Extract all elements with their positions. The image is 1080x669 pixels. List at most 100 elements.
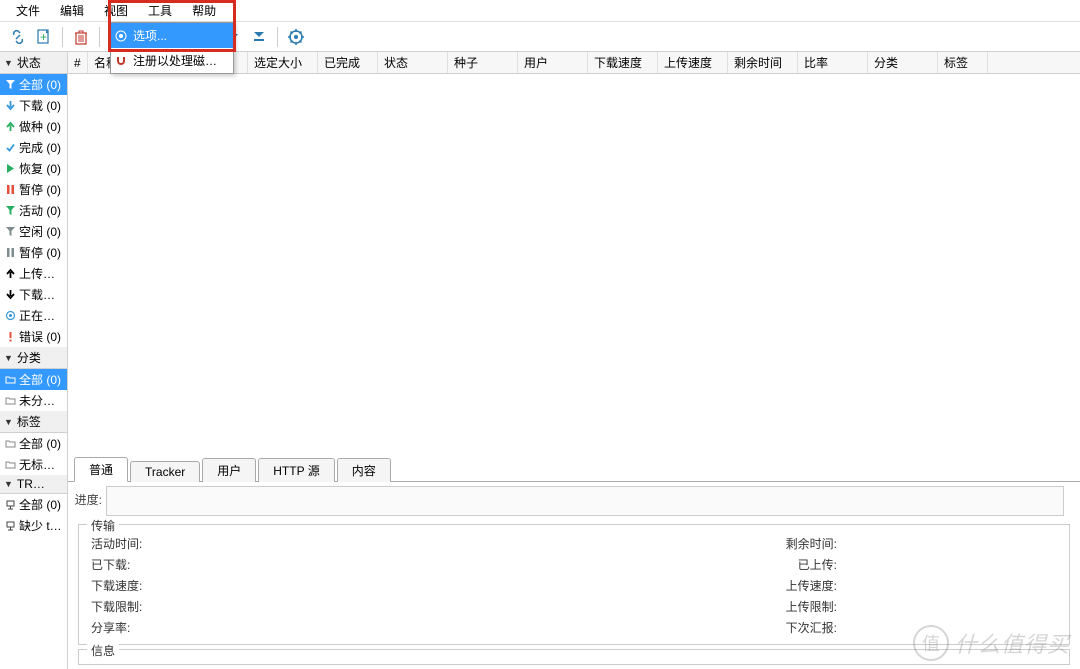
sidebar-item-status-11[interactable]: 正在…	[0, 305, 67, 326]
sidebar-item-status-7[interactable]: 空闲 (0)	[0, 221, 67, 242]
sidebar-item-status-6[interactable]: 活动 (0)	[0, 200, 67, 221]
transfer-row: 下载速度:上传速度:	[91, 575, 1057, 596]
column-header[interactable]: 标签	[938, 52, 988, 73]
sidebar-header-category[interactable]: ▼分类	[0, 347, 67, 369]
column-header[interactable]: 选定大小	[248, 52, 318, 73]
down-icon	[4, 100, 16, 112]
magnet-icon	[115, 55, 127, 67]
pause-icon	[4, 247, 16, 259]
menu-file[interactable]: 文件	[6, 0, 50, 22]
watermark-icon: 值	[913, 625, 949, 661]
sidebar-item-tracker-1[interactable]: 缺少 t…	[0, 515, 67, 536]
sidebar-item-status-10[interactable]: 下载…	[0, 284, 67, 305]
sidebar-item-label: 空闲 (0)	[19, 223, 61, 240]
progress-bar	[106, 486, 1064, 516]
progress-row: 进度:	[68, 482, 1080, 520]
transfer-label-left: 已下载:	[91, 556, 130, 573]
transfer-row: 已下载: 已上传:	[91, 554, 1057, 575]
folder-icon	[4, 395, 16, 407]
content-area: #名称选定大小已完成状态种子用户下载速度上传速度剩余时间比率分类标签 普通 Tr…	[68, 52, 1080, 669]
sidebar-item-label: 无标…	[19, 456, 55, 473]
gear-icon	[4, 310, 16, 322]
tab-content[interactable]: 内容	[337, 458, 391, 482]
folder-icon	[4, 374, 16, 386]
column-header[interactable]: 分类	[868, 52, 938, 73]
transfer-label-right: 已上传:	[798, 556, 837, 573]
column-header[interactable]: 状态	[378, 52, 448, 73]
sidebar-item-status-12[interactable]: 错误 (0)	[0, 326, 67, 347]
up-icon	[4, 268, 16, 280]
menu-edit[interactable]: 编辑	[50, 0, 94, 22]
sidebar-item-label: 未分…	[19, 392, 55, 409]
sidebar: ▼状态 全部 (0) 下载 (0) 做种 (0) 完成 (0) 恢复 (0) 暂停 (0)…	[0, 52, 68, 669]
delete-button[interactable]	[69, 25, 93, 49]
column-header[interactable]: 上传速度	[658, 52, 728, 73]
sidebar-item-label: 上传…	[19, 265, 55, 282]
sidebar-header-trackers[interactable]: ▼TR…	[0, 475, 67, 494]
sidebar-item-status-8[interactable]: 暂停 (0)	[0, 242, 67, 263]
sidebar-item-label: 恢复 (0)	[19, 160, 61, 177]
sidebar-item-tracker-0[interactable]: 全部 (0)	[0, 494, 67, 515]
column-header[interactable]: 用户	[518, 52, 588, 73]
sidebar-item-tag-0[interactable]: 全部 (0)	[0, 433, 67, 454]
tools-dropdown: 选项... 注册以处理磁力链...	[110, 22, 234, 74]
watermark: 值 什么值得买	[913, 625, 1070, 661]
sidebar-item-label: 全部 (0)	[19, 496, 61, 513]
folder-icon	[4, 438, 16, 450]
move-bottom-button[interactable]	[247, 25, 271, 49]
column-header[interactable]: 已完成	[318, 52, 378, 73]
pause-icon	[4, 184, 16, 196]
sidebar-item-label: 正在…	[19, 307, 55, 324]
sidebar-item-label: 下载…	[19, 286, 55, 303]
table-body[interactable]	[68, 74, 1080, 458]
settings-button[interactable]	[284, 25, 308, 49]
sidebar-item-label: 完成 (0)	[19, 139, 61, 156]
sidebar-item-status-4[interactable]: 恢复 (0)	[0, 158, 67, 179]
column-header[interactable]: 种子	[448, 52, 518, 73]
collapse-icon: ▼	[4, 417, 13, 427]
add-torrent-button[interactable]: +	[32, 25, 56, 49]
menu-tools[interactable]: 工具	[138, 0, 182, 22]
sidebar-item-status-1[interactable]: 下载 (0)	[0, 95, 67, 116]
column-header[interactable]: 剩余时间	[728, 52, 798, 73]
toolbar-separator	[277, 27, 278, 47]
sidebar-header-tags[interactable]: ▼标签	[0, 411, 67, 433]
sidebar-item-status-2[interactable]: 做种 (0)	[0, 116, 67, 137]
collapse-icon: ▼	[4, 479, 13, 489]
filter-icon	[4, 205, 16, 217]
bang-icon	[4, 331, 16, 343]
tab-tracker[interactable]: Tracker	[130, 461, 200, 482]
sidebar-item-tag-1[interactable]: 无标…	[0, 454, 67, 475]
menu-item-register-magnet[interactable]: 注册以处理磁力链...	[111, 48, 233, 73]
collapse-icon: ▼	[4, 353, 13, 363]
transfer-label-right: 剩余时间:	[786, 535, 837, 552]
column-header[interactable]: #	[68, 52, 88, 73]
sidebar-item-label: 下载 (0)	[19, 97, 61, 114]
menu-item-label: 注册以处理磁力链...	[133, 54, 233, 68]
sidebar-header-status[interactable]: ▼状态	[0, 52, 67, 74]
folder-icon	[4, 459, 16, 471]
menu-help[interactable]: 帮助	[182, 0, 226, 22]
tab-http-sources[interactable]: HTTP 源	[258, 458, 334, 482]
menu-view[interactable]: 视图	[94, 0, 138, 22]
transfer-label-left: 下载速度:	[91, 577, 142, 594]
sidebar-item-status-5[interactable]: 暂停 (0)	[0, 179, 67, 200]
sidebar-item-category-0[interactable]: 全部 (0)	[0, 369, 67, 390]
check-icon	[4, 142, 16, 154]
toolbar-separator	[99, 27, 100, 47]
tr-icon	[4, 520, 16, 532]
sidebar-item-status-3[interactable]: 完成 (0)	[0, 137, 67, 158]
sidebar-item-label: 全部 (0)	[19, 435, 61, 452]
sidebar-item-status-0[interactable]: 全部 (0)	[0, 74, 67, 95]
add-link-button[interactable]	[6, 25, 30, 49]
progress-label: 进度:	[74, 494, 102, 507]
tab-general[interactable]: 普通	[74, 457, 128, 482]
sidebar-item-status-9[interactable]: 上传…	[0, 263, 67, 284]
menu-item-options[interactable]: 选项...	[111, 23, 233, 48]
sidebar-item-category-1[interactable]: 未分…	[0, 390, 67, 411]
transfer-label-right: 下次汇报:	[786, 619, 837, 636]
tab-peers[interactable]: 用户	[202, 458, 256, 482]
column-header[interactable]: 比率	[798, 52, 868, 73]
filter-icon	[4, 79, 16, 91]
column-header[interactable]: 下载速度	[588, 52, 658, 73]
